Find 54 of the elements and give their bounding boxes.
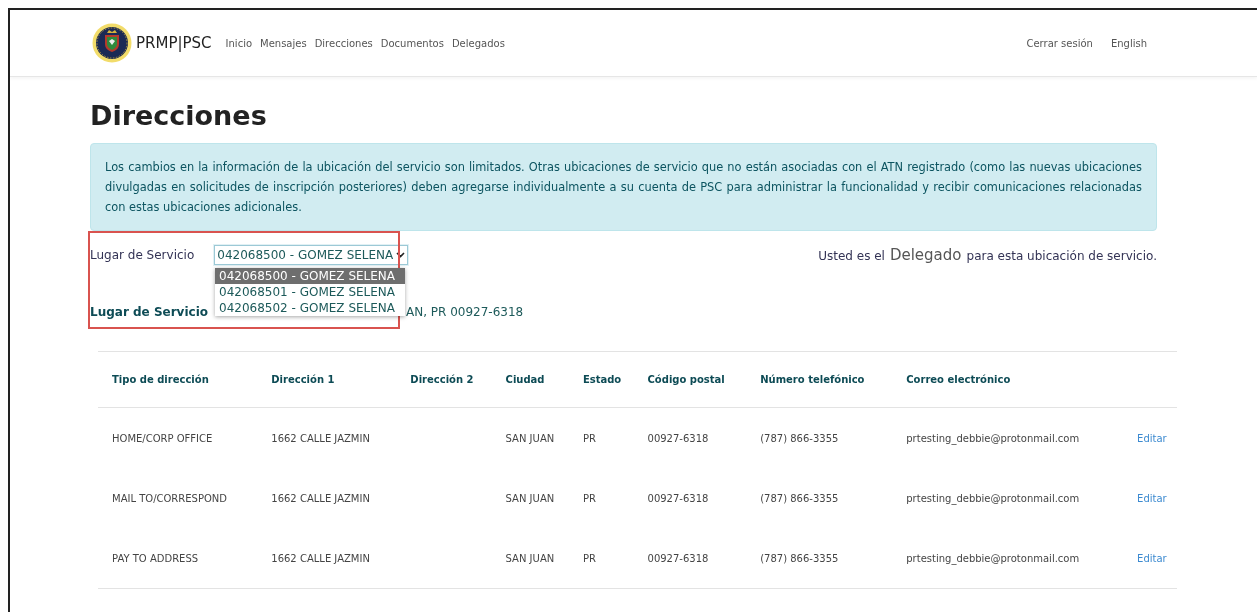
table-cell: prtesting_debbie@protonmail.com (906, 432, 1080, 444)
seal-icon (92, 23, 132, 63)
nav-link[interactable]: Inicio (225, 37, 253, 49)
table-cell: (787) 866-3355 (760, 492, 839, 504)
table-cell: 1662 CALLE JAZMIN (271, 552, 370, 564)
table-cell: HOME/CORP OFFICE (112, 432, 213, 444)
info-alert: Los cambios en la información de la ubicación del servicio son limitados. Otras ubicaciones de servicio que no están asociadas con el ATN registrado (como las nuevas ubicaciones divulgadas en solicitudes de inscripción posteriores) deben agregarse individualmente a su cuenta de PSC para administrar la funcionalidad y recibir comunicaciones relacionadas con estas ubicaciones adicionales. (90, 143, 1157, 231)
table-cell: PR (582, 432, 596, 444)
table-cell: 00927-6318 (647, 552, 709, 564)
column-header: Correo electrónico (892, 351, 1124, 408)
nav-link[interactable]: Documentos (380, 37, 444, 49)
page-title: Direcciones (90, 100, 268, 131)
table-cell: 00927-6318 (647, 492, 709, 504)
table-cell: 1662 CALLE JAZMIN (271, 492, 370, 504)
nav-link[interactable]: Direcciones (314, 37, 373, 49)
nav-link[interactable]: English (1110, 37, 1147, 49)
field-label: Lugar de Servicio (90, 248, 195, 262)
address-label: Lugar de Servicio (90, 305, 208, 319)
chevron-icon (396, 252, 406, 258)
table-cell: PAY TO ADDRESS (112, 552, 199, 564)
edit-link[interactable]: Editar (1137, 432, 1167, 444)
dropdown-option[interactable]: 042068502 - GOMEZ SELENA (215, 300, 405, 316)
table-cell: prtesting_debbie@protonmail.com (906, 552, 1080, 564)
brand-name[interactable]: PRMP|PSC (136, 34, 212, 52)
table-cell: (787) 866-3355 (760, 552, 839, 564)
table-cell: PR (582, 552, 596, 564)
role-text: para esta ubicación de servicio. (966, 249, 1157, 263)
column-header: Dirección 2 (396, 351, 492, 408)
role-text: Usted es el (818, 249, 885, 263)
table-cell: 00927-6318 (647, 432, 709, 444)
dropdown-option[interactable]: 042068500 - GOMEZ SELENA (215, 268, 405, 284)
nav-link[interactable]: Delegados (451, 37, 505, 49)
column-header: Ciudad (491, 351, 569, 408)
table-cell: SAN JUAN (505, 432, 555, 444)
table-cell: SAN JUAN (505, 492, 555, 504)
role-name: Delegado (889, 246, 962, 264)
nav-link[interactable]: Mensajes (260, 37, 307, 49)
dropdown-option[interactable]: 042068501 - GOMEZ SELENA (215, 284, 405, 300)
edit-link[interactable]: Editar (1137, 552, 1167, 564)
table-cell: MAIL TO/CORRESPOND (112, 492, 227, 504)
column-header: Dirección 1 (257, 351, 397, 408)
table-cell: 1662 CALLE JAZMIN (271, 432, 370, 444)
column-header: Tipo de dirección (98, 351, 258, 408)
column-header: Código postal (633, 351, 747, 408)
table-cell: SAN JUAN (505, 552, 555, 564)
nav-link[interactable]: Cerrar sesión (1026, 37, 1093, 49)
column-header: Número telefónico (746, 351, 893, 408)
column-header: Estado (568, 351, 634, 408)
table-cell: prtesting_debbie@protonmail.com (906, 492, 1080, 504)
service-select[interactable]: 042068500 - GOMEZ SELENA (214, 245, 409, 265)
table-cell: PR (582, 492, 596, 504)
edit-link[interactable]: Editar (1137, 492, 1167, 504)
address-text: AN, PR 00927-6318 (406, 305, 524, 319)
table-cell: (787) 866-3355 (760, 432, 839, 444)
